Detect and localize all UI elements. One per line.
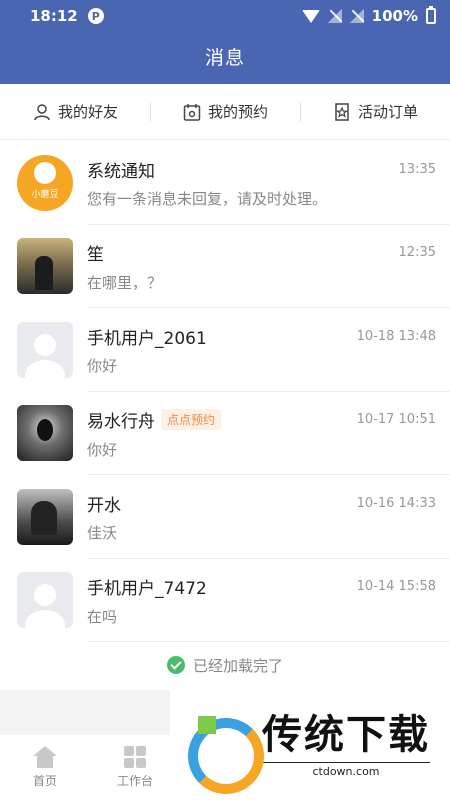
message-time: 10-16 14:33: [356, 495, 436, 511]
avatar: [17, 405, 73, 462]
watermark-url: ctdown.com: [262, 762, 430, 778]
message-preview: 你好: [87, 357, 118, 376]
message-time: 13:35: [398, 161, 436, 177]
message-item[interactable]: 手机用户_2061 10-18 13:48 你好: [0, 308, 450, 392]
nav-label: 首页: [32, 774, 57, 788]
message-item[interactable]: 笙 12:35 在哪里，？: [0, 225, 450, 309]
tab-appointments[interactable]: 我的预约: [150, 101, 300, 122]
message-time: 10-14 15:58: [356, 579, 436, 595]
check-circle-icon: [166, 656, 185, 674]
workbench-icon: [124, 746, 146, 768]
message-list: 小蘑豆 系统通知 13:35 您有一条消息未回复，请及时处理。 笙 12:35 …: [0, 141, 450, 642]
status-bar: 18:12 P 100%: [0, 0, 450, 32]
contact-name: 笙: [87, 245, 104, 266]
message-preview: 你好: [87, 440, 118, 459]
logo-text: 小蘑豆: [31, 189, 59, 200]
watermark-logo-icon: [182, 710, 264, 794]
tab-activity-orders[interactable]: 活动订单: [300, 101, 450, 122]
nav-label: 工作台: [116, 774, 153, 788]
star-order-icon: [335, 102, 349, 121]
signal-icon: [327, 9, 342, 23]
message-preview: 佳沃: [87, 524, 118, 543]
message-item-system[interactable]: 小蘑豆 系统通知 13:35 您有一条消息未回复，请及时处理。: [0, 141, 450, 225]
default-avatar-icon: [17, 572, 73, 629]
app-notification-icon: P: [87, 8, 104, 24]
contact-name: 系统通知: [87, 161, 155, 182]
message-preview: 您有一条消息未回复，请及时处理。: [87, 190, 328, 209]
page-title: 消息: [204, 47, 245, 69]
default-avatar-icon: [17, 321, 73, 378]
tab-friends[interactable]: 我的好友: [0, 101, 150, 122]
home-icon: [33, 746, 57, 768]
calendar-icon: [183, 103, 201, 121]
person-icon: [34, 103, 50, 120]
message-time: 12:35: [398, 245, 436, 261]
contact-name: 手机用户_2061: [87, 328, 207, 349]
contact-name: 开水: [87, 495, 121, 516]
avatar: [17, 238, 73, 295]
message-time: 10-17 10:51: [356, 412, 436, 428]
nav-workbench[interactable]: 工作台: [90, 735, 180, 800]
message-item[interactable]: 开水 10-16 14:33 佳沃: [0, 475, 450, 559]
contact-name: 手机用户_7472: [87, 579, 207, 600]
contact-name: 易水行舟: [87, 412, 155, 433]
header-bar: 18:12 P 100% 消息: [0, 0, 450, 84]
watermark: 传统下载 ctdown.com: [170, 690, 450, 800]
nav-home[interactable]: 首页: [0, 735, 90, 800]
message-preview: 在吗: [87, 607, 118, 626]
status-time: 18:12: [30, 7, 78, 25]
avatar: [17, 488, 73, 545]
load-complete-text: 已经加载完了: [192, 656, 283, 675]
tab-label: 我的好友: [57, 103, 118, 121]
tab-label: 我的预约: [207, 103, 268, 121]
tab-bar: 我的好友 我的预约 活动订单: [0, 84, 450, 140]
battery-icon: [426, 6, 436, 24]
avatar: 小蘑豆: [17, 154, 73, 211]
signal-icon-2: [349, 9, 364, 23]
message-preview: 在哪里，？: [87, 273, 163, 292]
battery-text: 100%: [371, 7, 418, 25]
booking-tag: 点点预约: [161, 409, 222, 431]
watermark-title: 传统下载: [262, 712, 430, 758]
status-indicators: 100%: [301, 6, 436, 25]
message-time: 10-18 13:48: [356, 328, 436, 344]
tab-label: 活动订单: [357, 103, 418, 121]
load-complete-indicator: 已经加载完了: [0, 642, 450, 688]
wifi-icon: [301, 9, 320, 23]
message-item[interactable]: 易水行舟 点点预约 10-17 10:51 你好: [0, 392, 450, 476]
message-item[interactable]: 手机用户_7472 10-14 15:58 在吗: [0, 559, 450, 643]
sun-logo-icon: [34, 161, 56, 184]
